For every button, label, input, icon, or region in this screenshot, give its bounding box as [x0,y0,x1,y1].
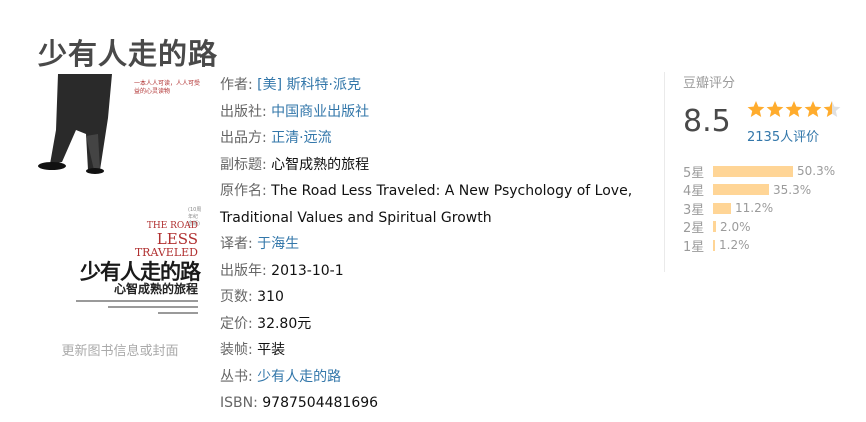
rating-bar-label: 1星 [683,239,705,255]
star-icon [766,101,784,117]
rating-bar [713,184,769,196]
cover-fine-print [76,300,198,302]
rating-bar-percent: 1.2% [719,238,750,253]
isbn-value: 9787504481696 [262,395,379,411]
pubdate-label: 出版年: [220,262,267,279]
rating-stars [747,100,841,118]
rating-bar-label: 2星 [683,221,705,237]
binding-row: 装帧: 平装 [220,337,640,364]
cover-en-line2: LESS [156,230,198,248]
pages-value: 310 [257,289,284,305]
isbn-row: ISBN: 9787504481696 [220,390,640,417]
pubdate-value: 2013-10-1 [271,262,344,279]
rating-bar [713,202,731,214]
rating-bar-percent: 2.0% [720,219,751,234]
rating-bar-row: 5星 50.3% [683,162,835,181]
rating-bar-percent: 50.3% [797,164,836,179]
rating-bar-row: 1星 1.2% [683,236,835,255]
author-link[interactable]: [美] 斯科特·派克 [257,77,361,93]
cover-fine-print [108,306,198,308]
author-label: 作者: [220,77,253,93]
rating-bar-percent: 11.2% [735,201,774,216]
rating-bar [713,239,715,251]
update-book-info-link[interactable]: 更新图书信息或封面 [38,340,202,359]
isbn-label: ISBN: [220,395,258,411]
rating-bar-label: 4星 [683,184,705,200]
star-icon [747,101,765,117]
cover-english-title: THE ROAD LESS TRAVELED [135,220,198,259]
star-icon [785,101,803,117]
cover-chinese-subtitle: 心智成熟的旅程 [113,282,198,296]
series-label: 丛书: [220,368,253,385]
publisher-link[interactable]: 中国商业出版社 [271,104,369,120]
publisher-row: 出版社: 中国商业出版社 [220,99,640,126]
rating-divider [664,72,665,272]
producer-row: 出品方: 正清·远流 [220,125,640,152]
pages-row: 页数: 310 [220,284,640,311]
subtitle-row: 副标题: 心智成熟的旅程 [220,152,640,179]
pubdate-row: 出版年: 2013-10-1 [220,258,640,285]
publisher-label: 出版社: [220,103,267,120]
series-row: 丛书: 少有人走的路 [220,364,640,391]
cover-photo [38,74,112,174]
producer-link[interactable]: 正清·远流 [271,130,331,146]
original-title-row: 原作名: The Road Less Traveled: A New Psych… [220,178,640,231]
rating-section-label: 豆瓣评分 [683,76,736,91]
book-info: 作者: [美] 斯科特·派克 出版社: 中国商业出版社 出品方: 正清·远流 副… [220,72,640,417]
translator-link[interactable]: 于海生 [257,236,299,252]
translator-label: 译者: [220,236,253,252]
star-icon [823,101,841,117]
rating-bar-label: 5星 [683,165,705,181]
rating-breakdown: 5星 50.3% 4星 35.3% 3星 11.2% 2星 2.0% 1星 1.2% [683,162,835,255]
binding-value: 平装 [257,342,286,358]
translator-row: 译者: 于海生 [220,231,640,258]
star-icon [804,101,822,117]
original-title-label: 原作名: [220,183,267,199]
rating-bar [713,165,793,177]
rating-bar-row: 3星 11.2% [683,199,835,218]
subtitle-value: 心智成熟的旅程 [271,156,370,173]
author-row: 作者: [美] 斯科特·派克 [220,72,640,99]
cover-fine-print [158,312,198,314]
original-title-value: The Road Less Traveled: A New Psychology… [220,183,633,226]
price-row: 定价: 32.80元 [220,311,640,338]
rating-bar-row: 4星 35.3% [683,181,835,200]
page-title: 少有人走的路 [38,37,219,72]
book-cover[interactable]: 一本人人可读，人人可受益的心灵读物 (10周年纪念版) THE ROAD LES… [38,74,202,316]
subtitle-label: 副标题: [220,156,267,173]
price-value: 32.80元 [257,315,312,332]
binding-label: 装帧: [220,342,253,358]
price-label: 定价: [220,315,253,332]
producer-label: 出品方: [220,130,267,146]
rating-bar [713,221,716,233]
pages-label: 页数: [220,289,253,305]
series-link[interactable]: 少有人走的路 [257,369,341,385]
rating-bar-percent: 35.3% [773,182,812,197]
rating-score: 8.5 [683,104,731,139]
rating-bar-row: 2星 2.0% [683,218,835,237]
rating-bar-label: 3星 [683,202,705,218]
cover-tagline: 一本人人可读，人人可受益的心灵读物 [134,80,201,95]
rating-count-link[interactable]: 2135人评价 [747,126,819,145]
